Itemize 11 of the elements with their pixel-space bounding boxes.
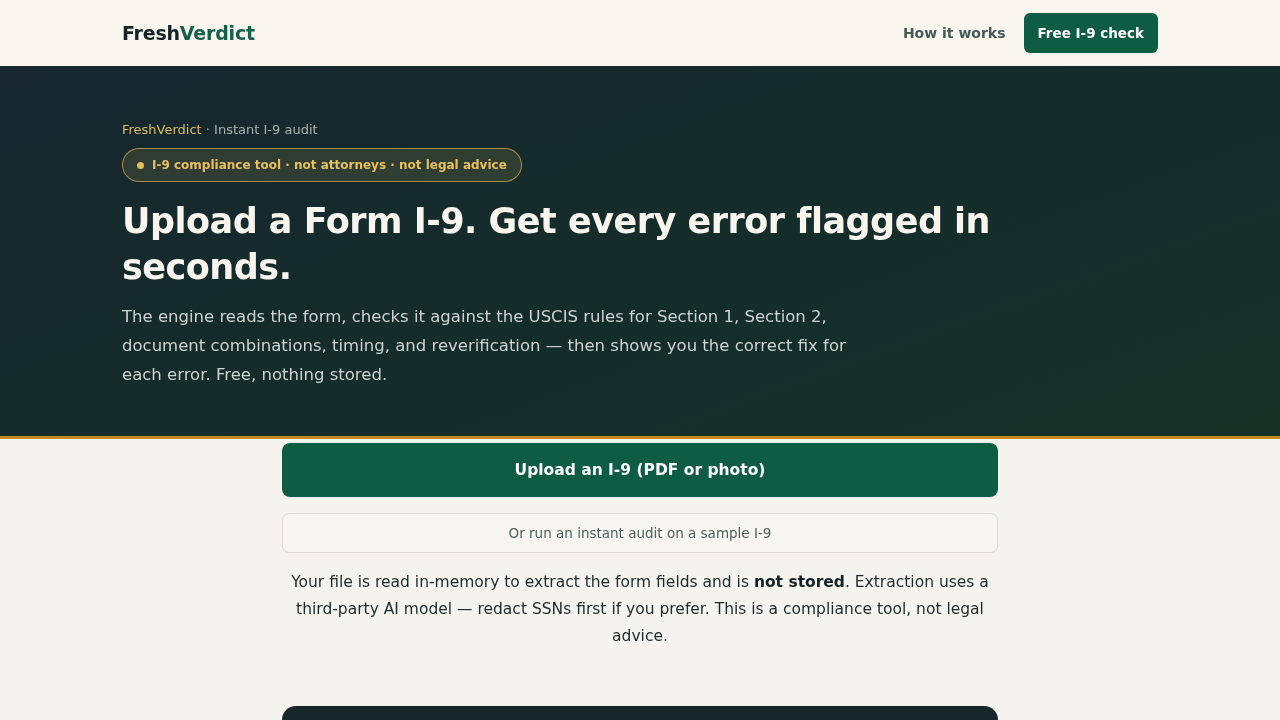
- how-it-works-link[interactable]: How it works: [902, 25, 1006, 41]
- upload-button[interactable]: Upload an I-9 (PDF or photo): [282, 443, 998, 497]
- status-dot-icon: [137, 161, 144, 169]
- hero-title: Upload a Form I-9. Get every error flagged in seconds.: [122, 200, 992, 289]
- free-check-button[interactable]: Free I-9 check: [1023, 13, 1158, 53]
- sample-audit-button[interactable]: Or run an instant audit on a sample I-9: [282, 513, 998, 553]
- hero-description: The engine reads the form, checks it against the USCIS rules for Section 1, Section 2, document combinations, timing, and reverification — then shows you the correct fix for each error. Free, nothing stored.: [122, 306, 847, 386]
- badge-text: I-9 compliance tool · not attorneys · not legal advice: [152, 158, 507, 172]
- logo[interactable]: FreshVerdict: [122, 22, 255, 44]
- eyebrow-text: FreshVerdict · Instant I-9 audit: [122, 121, 318, 139]
- privacy-notice: Your file is read in-memory to extract the form fields and is not stored. Extraction uses a third-party AI model — redact SSNs first if you prefer. This is a compliance tool, not legal advice.: [290, 572, 990, 647]
